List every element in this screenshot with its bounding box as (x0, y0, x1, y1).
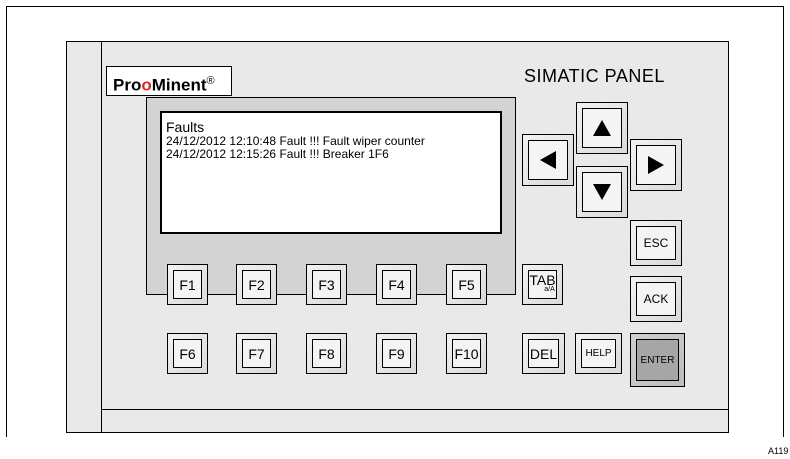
arrow-down-icon (593, 184, 611, 200)
ack-key-label: ACK (636, 282, 676, 316)
panel-title: SIMATIC PANEL (524, 66, 665, 86)
arrow-right-key[interactable] (630, 139, 682, 191)
arrow-right-icon (648, 156, 664, 174)
del-key[interactable]: DEL (522, 333, 565, 374)
arrow-right-face (636, 145, 676, 185)
arrow-up-icon (593, 120, 611, 136)
ack-key[interactable]: ACK (630, 276, 682, 322)
f10-key-label: F10 (452, 339, 481, 368)
help-key[interactable]: HELP (575, 333, 622, 374)
f4-key[interactable]: F4 (376, 264, 417, 305)
panel-bottom-edge (101, 409, 728, 410)
f5-key-label: F5 (452, 270, 481, 299)
f1-key-label: F1 (173, 270, 202, 299)
logo-pro: Pro (113, 75, 142, 95)
logo-minent: Minent (151, 75, 207, 95)
f9-key[interactable]: F9 (376, 333, 417, 374)
f6-key[interactable]: F6 (167, 333, 208, 374)
f7-key[interactable]: F7 (236, 333, 277, 374)
arrow-up-key[interactable] (576, 102, 628, 154)
esc-key[interactable]: ESC (630, 220, 682, 266)
f8-key-label: F8 (312, 339, 341, 368)
f10-key[interactable]: F10 (446, 333, 487, 374)
display-title: Faults (166, 119, 205, 135)
tab-key-sublabel: a/A (544, 286, 555, 293)
arrow-left-icon (540, 151, 556, 169)
logo-o: o (141, 75, 152, 95)
arrow-left-face (528, 140, 568, 180)
del-key-label: DEL (528, 339, 559, 368)
help-key-label: HELP (581, 339, 616, 368)
logo-registered: ® (206, 75, 215, 87)
arrow-down-key[interactable] (576, 166, 628, 218)
tab-key-face: TAB a/A (528, 270, 557, 299)
enter-key[interactable]: ENTER (630, 333, 685, 387)
prominent-logo: ProoMinent® (106, 66, 232, 96)
f3-key[interactable]: F3 (306, 264, 347, 305)
f8-key[interactable]: F8 (306, 333, 347, 374)
f3-key-label: F3 (312, 270, 341, 299)
arrow-down-face (582, 172, 622, 212)
f4-key-label: F4 (382, 270, 411, 299)
f5-key[interactable]: F5 (446, 264, 487, 305)
figure-label: A119 (768, 446, 789, 456)
f1-key[interactable]: F1 (167, 264, 208, 305)
f7-key-label: F7 (242, 339, 271, 368)
esc-key-label: ESC (636, 226, 676, 260)
tab-key[interactable]: TAB a/A (522, 264, 563, 305)
f9-key-label: F9 (382, 339, 411, 368)
display-screen: Faults 24/12/2012 12:10:48 Fault !!! Fau… (160, 111, 502, 234)
arrow-left-key[interactable] (522, 134, 574, 186)
enter-key-label: ENTER (636, 339, 679, 381)
tab-key-label: TAB (529, 272, 556, 288)
f2-key-label: F2 (242, 270, 271, 299)
arrow-up-face (582, 108, 622, 148)
f6-key-label: F6 (173, 339, 202, 368)
fault-line: 24/12/2012 12:15:26 Fault !!! Breaker 1F… (166, 147, 389, 161)
f2-key[interactable]: F2 (236, 264, 277, 305)
